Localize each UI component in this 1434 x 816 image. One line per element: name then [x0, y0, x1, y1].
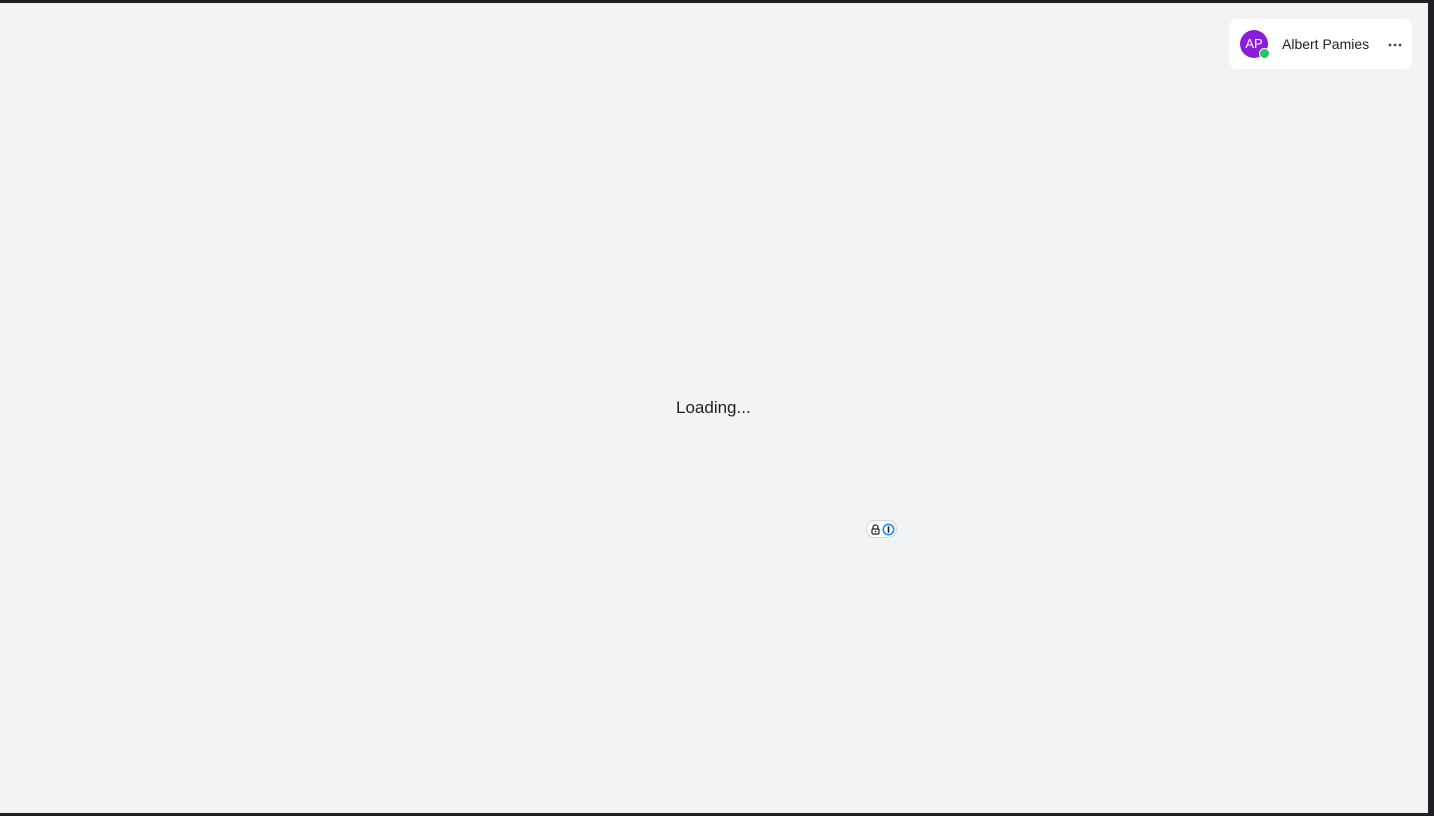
user-name: Albert Pamies — [1282, 36, 1370, 52]
avatar[interactable]: AP — [1240, 30, 1270, 59]
user-card[interactable]: AP Albert Pamies — [1229, 19, 1412, 69]
ellipsis-horizontal-icon — [1388, 43, 1402, 47]
presence-online-dot — [1259, 48, 1270, 59]
more-options-button[interactable] — [1386, 36, 1404, 52]
loading-indicator-text: Loading... — [676, 398, 751, 417]
password-manager-inline-button[interactable] — [866, 520, 897, 538]
app-viewport: AP Albert Pamies Loading... — [0, 3, 1428, 813]
lock-icon — [871, 524, 880, 535]
password-manager-logo-icon — [882, 523, 895, 536]
